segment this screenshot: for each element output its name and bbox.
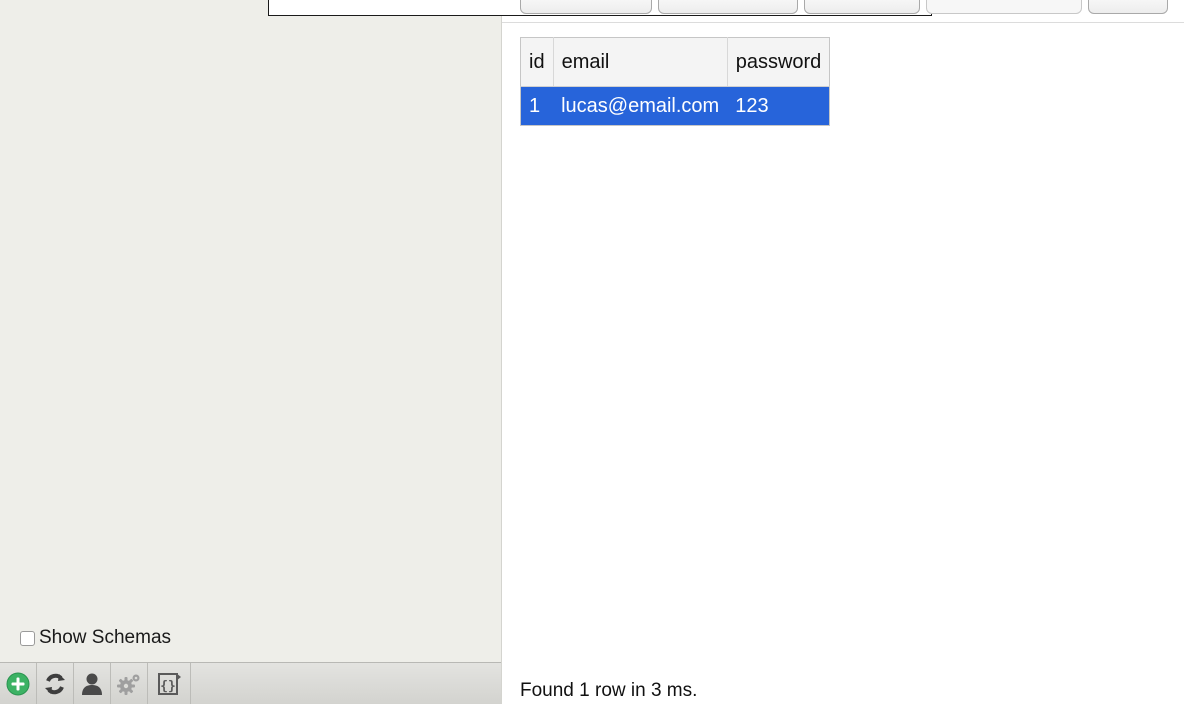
column-header-email[interactable]: email (553, 37, 728, 87)
cell-id[interactable]: 1 (520, 86, 554, 126)
show-schemas-checkbox[interactable] (20, 630, 35, 646)
sidebar-toolbar: {} (0, 662, 501, 704)
show-schemas-label: Show Schemas (39, 627, 172, 648)
braces-icon: {} (158, 672, 181, 695)
sidebar: Show Schemas {} (0, 0, 502, 704)
status-message: Found 1 row in 3 ms. (520, 680, 698, 701)
users-button[interactable] (74, 663, 111, 704)
results-header-row: id email password (520, 37, 830, 87)
column-header-id[interactable]: id (520, 37, 554, 87)
cell-password[interactable]: 123 (727, 86, 830, 126)
query-toolbar (520, 0, 1168, 14)
toolbar-button-4[interactable] (926, 0, 1082, 14)
results-table: id email password 1 lucas@email.com 123 (520, 37, 831, 126)
add-icon (6, 672, 30, 695)
toolbar-button-1[interactable] (520, 0, 652, 14)
toolbar-button-3[interactable] (804, 0, 920, 14)
refresh-button[interactable] (37, 663, 74, 704)
snippets-button[interactable]: {} (148, 663, 191, 704)
show-schemas-option[interactable]: Show Schemas (20, 626, 171, 650)
toolbar-button-5[interactable] (1088, 0, 1168, 14)
settings-button[interactable] (111, 663, 148, 704)
column-header-password[interactable]: password (727, 37, 830, 87)
cell-email[interactable]: lucas@email.com (553, 86, 728, 126)
toolbar-button-2[interactable] (658, 0, 798, 14)
refresh-icon (45, 673, 65, 694)
add-connection-button[interactable] (0, 663, 37, 704)
toolbar-divider (502, 22, 1184, 23)
table-row[interactable]: 1 lucas@email.com 123 (520, 86, 830, 126)
svg-text:{}: {} (160, 679, 176, 694)
user-icon (82, 673, 102, 695)
gear-icon (117, 674, 140, 695)
